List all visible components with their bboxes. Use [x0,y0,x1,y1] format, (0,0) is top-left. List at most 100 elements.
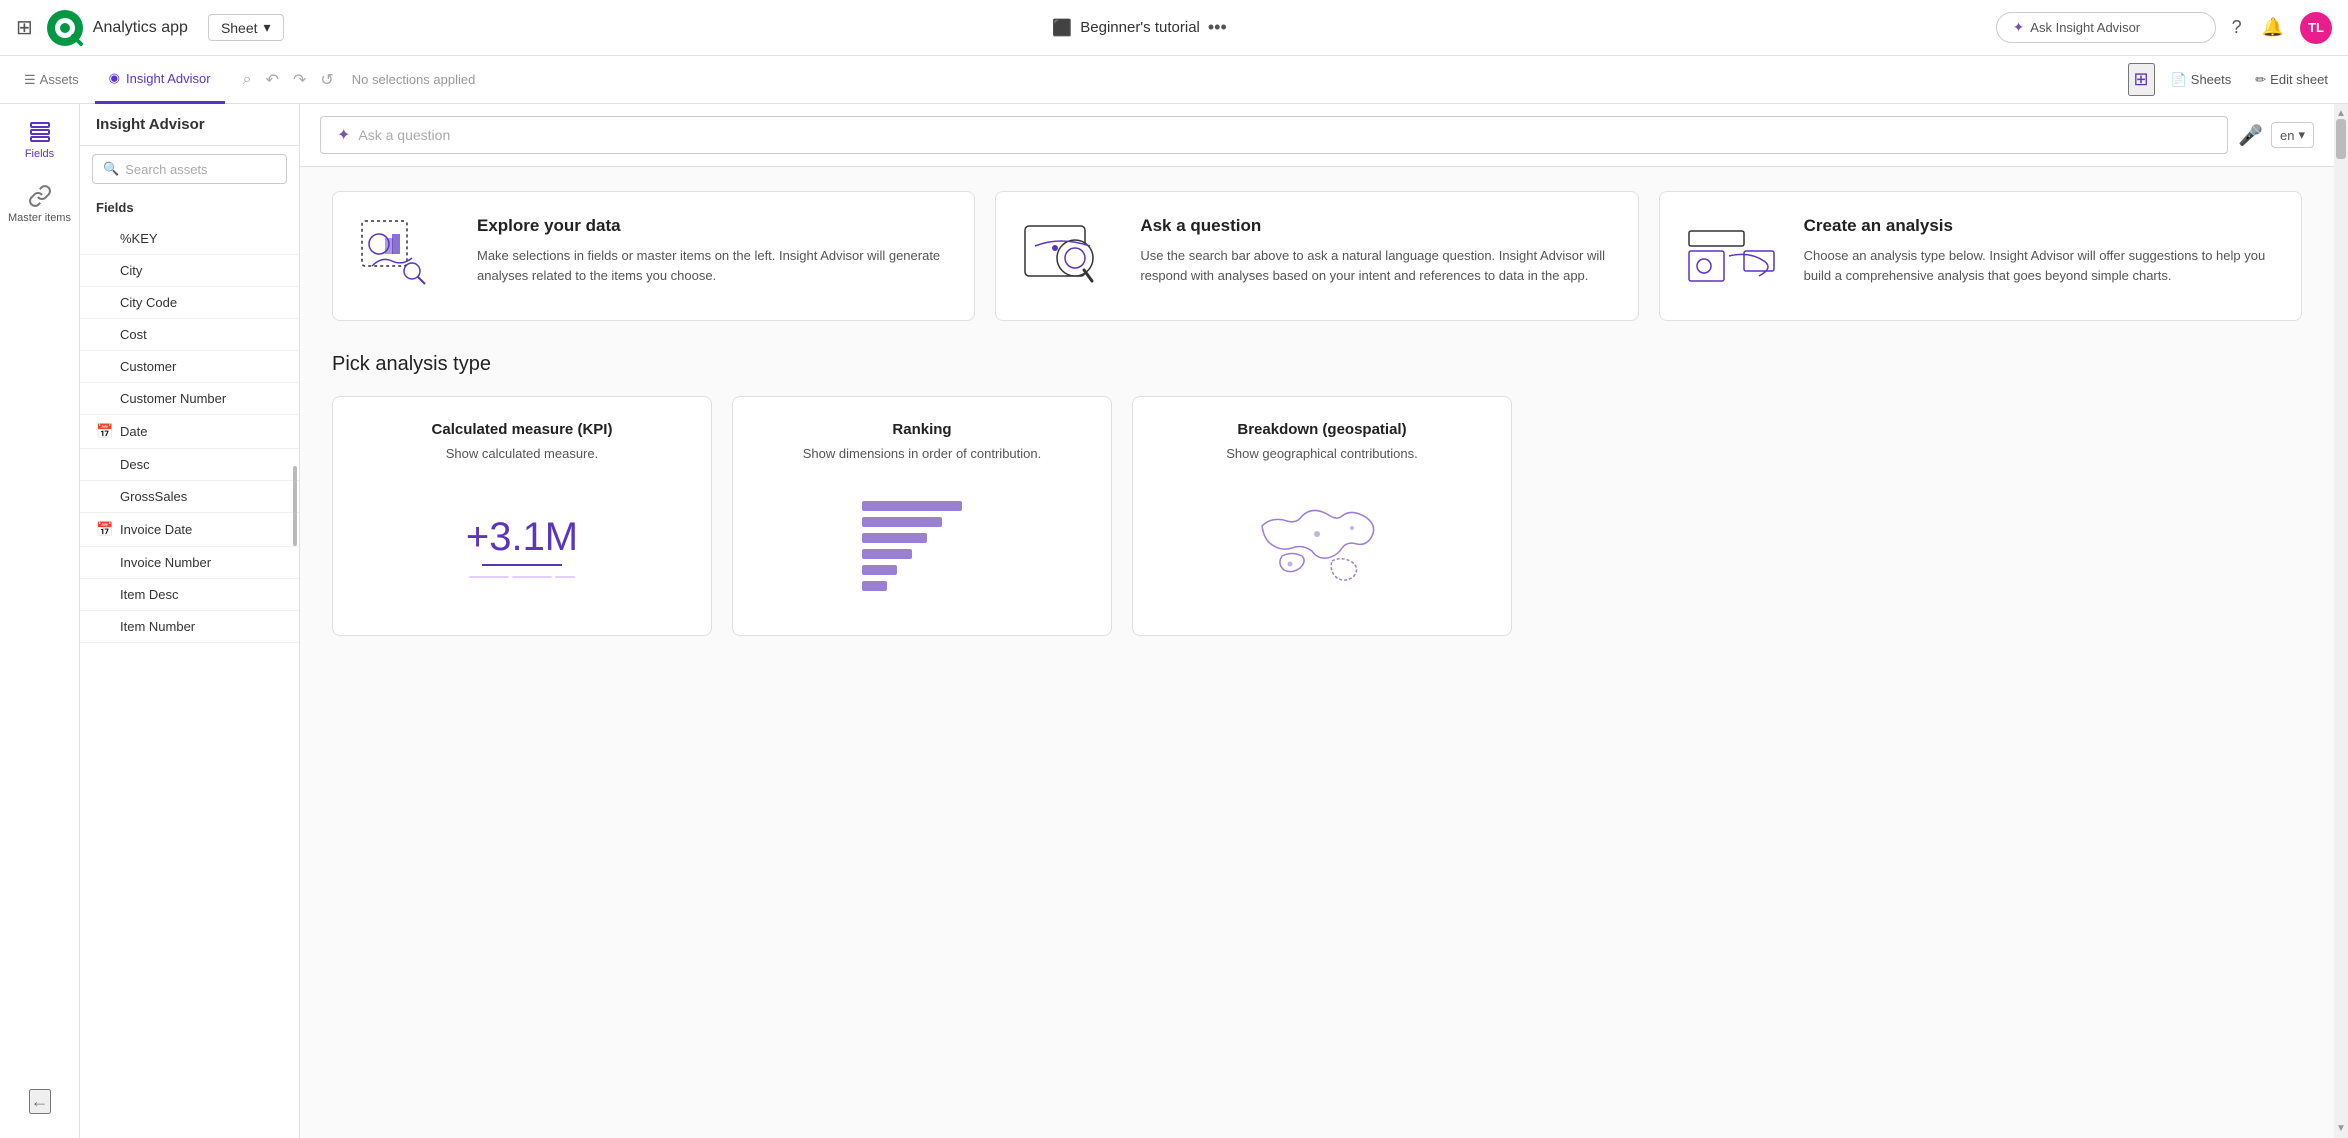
scroll-thumb[interactable] [2336,119,2346,159]
insight-advisor-icon: ◉ [109,70,120,86]
search-placeholder: Search assets [125,162,207,177]
sheets-label: Sheets [2191,72,2231,87]
calendar-icon: 📅 [96,423,112,440]
assets-button[interactable]: ☰ Assets [12,68,91,92]
field-name: Desc [120,457,150,472]
nav-actions: ⌕ ↶ ↷ ↺ [237,66,340,94]
kpi-underline [482,564,562,566]
insight-advisor-label: Insight Advisor [126,71,211,86]
forward-action-button[interactable]: ↷ [287,66,312,94]
field-item[interactable]: Cost [80,319,299,351]
kpi-card-title: Calculated measure (KPI) [432,421,613,438]
geospatial-card[interactable]: Breakdown (geospatial) Show geographical… [1132,396,1512,636]
explore-card-title: Explore your data [477,216,950,236]
kpi-card[interactable]: Calculated measure (KPI) Show calculated… [332,396,712,636]
lang-label: en [2280,128,2294,143]
geo-visual [1242,481,1402,611]
refresh-action-button[interactable]: ↺ [314,66,339,94]
ranking-visual [862,481,982,611]
assets-label: Assets [40,72,79,87]
sheet-dropdown[interactable]: Sheet ▾ [208,14,284,41]
scroll-down-button[interactable]: ▼ [2336,1123,2346,1134]
section-title: Pick analysis type [332,353,2302,376]
explore-card-content: Explore your data Make selections in fie… [477,216,950,285]
field-item[interactable]: Invoice Number [80,547,299,579]
field-name: Item Number [120,619,195,634]
search-action-button[interactable]: ⌕ [237,67,258,93]
field-item[interactable]: %KEY [80,223,299,255]
create-card-desc: Choose an analysis type below. Insight A… [1804,246,2277,285]
field-item[interactable]: Customer Number [80,383,299,415]
content-area: Explore your data Make selections in fie… [300,167,2334,660]
field-name: City [120,263,142,278]
ranking-card[interactable]: Ranking Show dimensions in order of cont… [732,396,1112,636]
pencil-icon: ✏ [2255,72,2266,88]
explore-icon-area [357,216,457,296]
ranking-card-title: Ranking [892,421,951,438]
panel-header: Insight Advisor [80,104,299,146]
more-options-icon[interactable]: ••• [1208,17,1227,38]
notifications-button[interactable]: 🔔 [2258,13,2288,42]
edit-sheet-button[interactable]: ✏ Edit sheet [2247,68,2336,92]
field-item[interactable]: Item Number [80,611,299,643]
field-name: Cost [120,327,147,342]
create-card-content: Create an analysis Choose an analysis ty… [1804,216,2277,285]
no-selections-label: No selections applied [352,72,476,87]
mic-icon[interactable]: 🎤 [2238,123,2263,148]
collapse-panel-button[interactable]: ← [29,1089,51,1114]
back-action-button[interactable]: ↶ [260,66,285,94]
kpi-visual: +3.1M [466,481,578,611]
qlik-logo[interactable]: Analytics app [45,8,188,48]
create-icon-area [1684,216,1784,296]
field-item[interactable]: City [80,255,299,287]
app-name: Analytics app [93,19,188,37]
field-item[interactable]: 📅 Date [80,415,299,449]
edit-sheet-label: Edit sheet [2270,72,2328,87]
avatar[interactable]: TL [2300,12,2332,44]
analysis-cards: Calculated measure (KPI) Show calculated… [332,396,2302,636]
right-scrollbar[interactable]: ▲ ▼ [2334,104,2348,1138]
field-item[interactable]: GrossSales [80,481,299,513]
field-item[interactable]: City Code [80,287,299,319]
kpi-value: +3.1M [466,515,578,560]
geo-card-desc: Show geographical contributions. [1226,446,1418,461]
field-item[interactable]: Customer [80,351,299,383]
main-content: ✦ Ask a question 🎤 en ▾ [300,104,2334,1138]
ranking-card-desc: Show dimensions in order of contribution… [803,446,1041,461]
tutorial-icon: ⬛ [1052,18,1072,38]
create-card-title: Create an analysis [1804,216,2277,236]
field-item[interactable]: 📅 Invoice Date [80,513,299,547]
chevron-down-icon: ▾ [2298,127,2305,143]
calendar-icon: 📅 [96,521,112,538]
language-selector[interactable]: en ▾ [2271,122,2314,148]
ask-question-input[interactable]: ✦ Ask a question [320,116,2228,154]
sheets-button[interactable]: 📄 Sheets [2163,68,2240,92]
grid-view-button[interactable]: ⊞ [2128,63,2155,96]
field-name: Item Desc [120,587,179,602]
scroll-up-button[interactable]: ▲ [2336,108,2346,119]
search-icon: 🔍 [103,161,119,177]
field-name: GrossSales [120,489,187,504]
kpi-card-desc: Show calculated measure. [446,446,598,461]
field-item[interactable]: Desc [80,449,299,481]
field-item[interactable]: Item Desc [80,579,299,611]
top-nav: ⊞ Analytics app Sheet ▾ ⬛ Beginner's tut… [0,0,2348,56]
ask-question-card: Ask a question Use the search bar above … [995,191,1638,321]
explore-data-card: Explore your data Make selections in fie… [332,191,975,321]
sidebar-icons: Fields Master items ← [0,104,80,1138]
field-name: Customer [120,359,176,374]
sidebar-item-master-items[interactable]: Master items [8,184,71,224]
sidebar-item-fields[interactable]: Fields [25,120,54,160]
grid-menu-icon[interactable]: ⊞ [16,15,33,40]
insight-advisor-tab[interactable]: ◉ Insight Advisor [95,56,225,104]
ask-insight-label: Ask Insight Advisor [2030,20,2140,35]
help-button[interactable]: ? [2228,13,2246,42]
chevron-down-icon: ▾ [264,19,271,36]
search-assets-input[interactable]: 🔍 Search assets [92,154,287,184]
nav-center: ⬛ Beginner's tutorial ••• [296,17,1984,38]
ask-insight-button[interactable]: ✦ Ask Insight Advisor [1996,12,2216,43]
info-cards-row: Explore your data Make selections in fie… [332,191,2302,321]
ask-card-desc: Use the search bar above to ask a natura… [1140,246,1613,285]
kpi-dots [469,576,575,578]
field-name: Date [120,424,147,439]
